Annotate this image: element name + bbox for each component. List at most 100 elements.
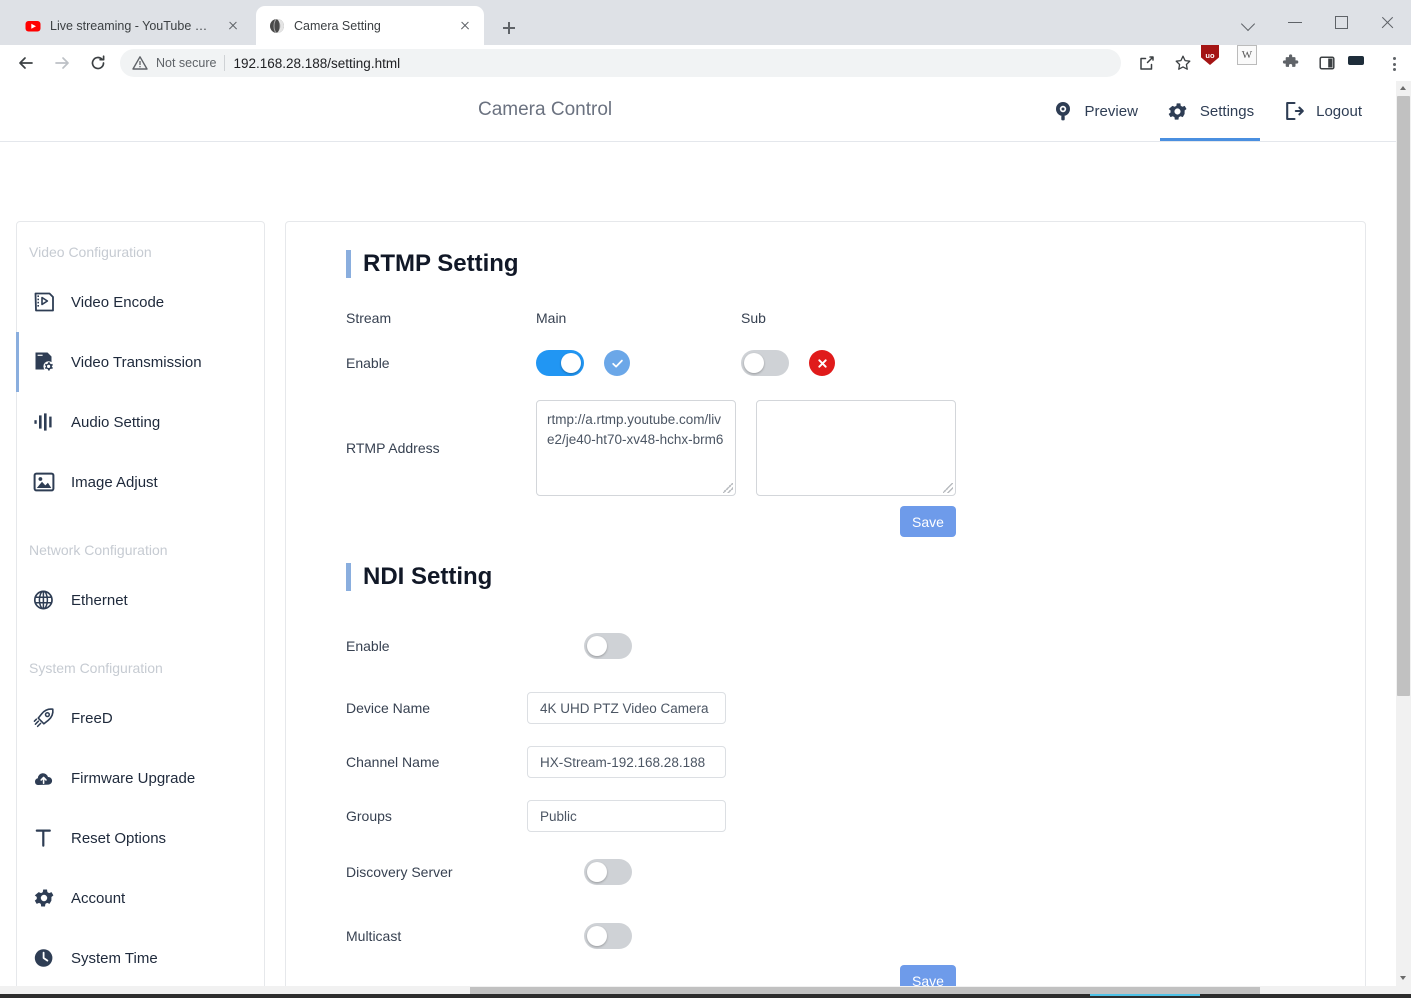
not-secure-warning-icon — [132, 55, 148, 71]
nav-item-settings[interactable]: Settings — [1152, 81, 1268, 141]
stream-label: Stream — [346, 310, 536, 326]
sidebar-group-label-system: System Configuration — [17, 648, 264, 688]
sidebar-item-firmware-upgrade[interactable]: Firmware Upgrade — [17, 748, 264, 808]
rtmp-stream-header-row: Stream Main Sub — [286, 310, 1365, 326]
rtmp-main-address-textarea[interactable]: rtmp://a.rtmp.youtube.com/live2/je40-ht7… — [536, 400, 736, 496]
kebab-menu-icon[interactable] — [1381, 45, 1407, 81]
tab-title: Live streaming - YouTube Studio — [50, 19, 215, 33]
close-icon[interactable] — [456, 17, 474, 35]
ndi-device-name-row: Device Name 4K UHD PTZ Video Camera — [286, 692, 1365, 724]
rtmp-main-enable-toggle[interactable] — [536, 350, 584, 376]
tab-strip: Live streaming - YouTube Studio Camera S… — [0, 0, 1411, 45]
ndi-groups-input[interactable]: Public — [527, 800, 726, 832]
ndi-channel-name-row: Channel Name HX-Stream-192.168.28.188 — [286, 746, 1365, 778]
browser-tab-youtube[interactable]: Live streaming - YouTube Studio — [12, 6, 252, 45]
sidebar-item-account[interactable]: Account — [17, 868, 264, 928]
ndi-channel-name-input[interactable]: HX-Stream-192.168.28.188 — [527, 746, 726, 778]
star-icon[interactable] — [1165, 45, 1201, 81]
share-icon[interactable] — [1129, 45, 1165, 81]
sidebar-item-video-encode[interactable]: Video Encode — [17, 272, 264, 332]
page-title: Camera Control — [478, 99, 612, 121]
close-icon[interactable] — [224, 17, 242, 35]
scroll-up-arrow-icon[interactable] — [1396, 81, 1411, 96]
sidebar-item-label: Account — [71, 890, 125, 907]
vertical-scrollbar[interactable] — [1396, 81, 1411, 986]
toggle-knob — [587, 862, 607, 882]
nav-label: Logout — [1316, 103, 1362, 120]
ndi-multicast-row: Multicast — [286, 923, 1365, 949]
section-title-rtmp: RTMP Setting — [346, 250, 1365, 278]
ndi-enable-toggle[interactable] — [584, 633, 632, 659]
ndi-discovery-toggle[interactable] — [584, 859, 632, 885]
webcam-icon — [1051, 99, 1075, 123]
maximize-icon[interactable] — [1319, 0, 1365, 45]
scroll-down-arrow-icon[interactable] — [1396, 971, 1411, 986]
close-window-icon[interactable] — [1365, 0, 1411, 45]
rtmp-address-row: RTMP Address rtmp://a.rtmp.youtube.com/l… — [286, 400, 1365, 496]
sidebar-item-reset-options[interactable]: Reset Options — [17, 808, 264, 868]
ndi-channel-name-label: Channel Name — [346, 754, 536, 770]
sidebar-item-ethernet[interactable]: Ethernet — [17, 570, 264, 630]
ndi-save-row: Save — [286, 965, 1365, 986]
ublock-origin-icon[interactable]: uo — [1201, 45, 1237, 81]
resize-handle[interactable] — [943, 483, 953, 493]
nav-item-preview[interactable]: Preview — [1037, 81, 1152, 141]
ndi-discovery-label: Discovery Server — [346, 864, 536, 880]
browser-window: Live streaming - YouTube Studio Camera S… — [0, 0, 1411, 998]
ndi-groups-row: Groups Public — [286, 800, 1365, 832]
nav-item-logout[interactable]: Logout — [1268, 81, 1376, 141]
film-play-icon — [31, 289, 57, 315]
check-badge-icon — [604, 350, 630, 376]
side-panel-icon[interactable] — [1309, 45, 1345, 81]
sidebar: Video Configuration Video Encode Video T… — [16, 221, 265, 986]
puzzle-icon[interactable] — [1273, 45, 1309, 81]
new-tab-button[interactable] — [495, 14, 523, 42]
globe-icon — [269, 18, 285, 34]
ndi-groups-label: Groups — [346, 808, 536, 824]
sidebar-item-freed[interactable]: FreeD — [17, 688, 264, 748]
video-gear-icon — [31, 349, 57, 375]
tab-search-icon[interactable] — [1227, 0, 1273, 45]
logout-icon — [1282, 99, 1306, 123]
ndi-device-name-input[interactable]: 4K UHD PTZ Video Camera — [527, 692, 726, 724]
nav-label: Preview — [1085, 103, 1138, 120]
rtmp-sub-enable-toggle[interactable] — [741, 350, 789, 376]
reload-icon[interactable] — [80, 45, 116, 81]
wikipedia-w: W — [1237, 45, 1257, 65]
vertical-scrollbar-thumb[interactable] — [1397, 96, 1410, 696]
forward-arrow-icon[interactable] — [44, 45, 80, 81]
sidebar-item-image-adjust[interactable]: Image Adjust — [17, 452, 264, 512]
address-bar[interactable]: Not secure 192.168.28.188/setting.html — [120, 49, 1121, 77]
section-accent-bar — [346, 563, 351, 591]
divider — [224, 55, 225, 71]
sidebar-item-video-transmission[interactable]: Video Transmission — [17, 332, 264, 392]
sidebar-item-label: System Time — [71, 950, 158, 967]
ndi-groups-value: Public — [540, 809, 577, 824]
browser-toolbar: Not secure 192.168.28.188/setting.html u… — [0, 45, 1411, 81]
toggle-knob — [744, 353, 764, 373]
url-text: 192.168.28.188/setting.html — [233, 56, 400, 71]
back-arrow-icon[interactable] — [8, 45, 44, 81]
sidebar-item-label: Ethernet — [71, 592, 128, 609]
resize-handle[interactable] — [723, 483, 733, 493]
minimize-icon[interactable] — [1273, 0, 1319, 45]
sidebar-item-audio-setting[interactable]: Audio Setting — [17, 392, 264, 452]
security-status-label: Not secure — [156, 56, 216, 70]
sidebar-item-system-time[interactable]: System Time — [17, 928, 264, 986]
nav-label: Settings — [1200, 103, 1254, 120]
toggle-knob — [587, 636, 607, 656]
ndi-enable-row: Enable — [286, 633, 1365, 659]
rtmp-save-button[interactable]: Save — [900, 506, 956, 537]
ndi-device-name-label: Device Name — [346, 700, 536, 716]
avatar[interactable] — [1345, 45, 1381, 81]
rtmp-sub-address-textarea[interactable] — [756, 400, 956, 496]
browser-tab-camera-setting[interactable]: Camera Setting — [256, 6, 484, 45]
sidebar-group-label-network: Network Configuration — [17, 530, 264, 570]
wikipedia-icon[interactable]: W — [1237, 45, 1273, 81]
settings-content: RTMP Setting Stream Main Sub Enable — [285, 221, 1366, 986]
toggle-knob — [587, 926, 607, 946]
ndi-multicast-toggle[interactable] — [584, 923, 632, 949]
section-title-ndi: NDI Setting — [346, 563, 1365, 591]
ndi-save-button[interactable]: Save — [900, 965, 956, 986]
rocket-icon — [31, 705, 57, 731]
